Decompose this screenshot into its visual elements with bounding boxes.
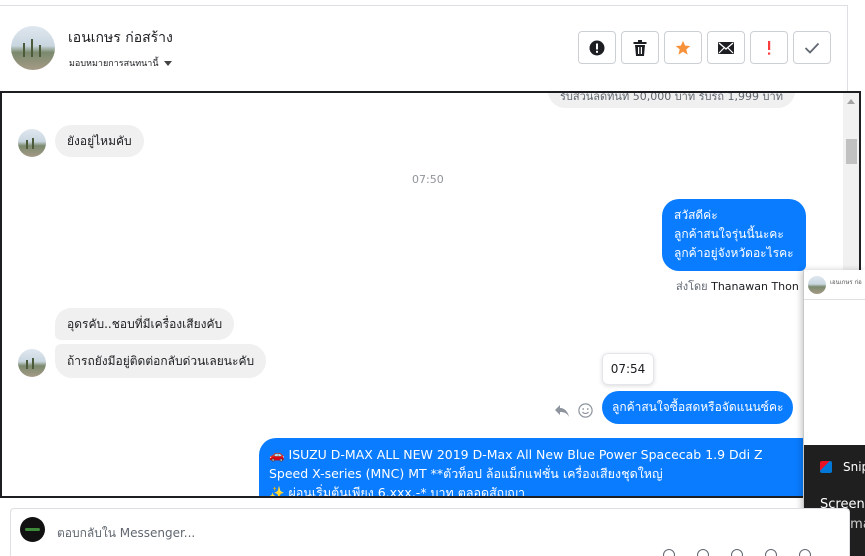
emoji-react-icon[interactable] <box>578 403 593 418</box>
delete-button[interactable] <box>621 31 659 64</box>
star-icon <box>675 40 691 55</box>
sent-by-label: ส่งโดย Thanawan Thon <box>676 277 799 295</box>
header-actions <box>578 31 831 64</box>
composer-tools <box>663 549 811 556</box>
tool-icon[interactable] <box>697 549 709 556</box>
mail-icon <box>718 41 734 54</box>
tool-icon[interactable] <box>799 549 811 556</box>
promo-line: ✨ ผ่อนเริ่มต้นเพียง 6,xxx.-* บาท ตลอดสัญ… <box>269 485 526 498</box>
promo-message-bubble: 🚗 ISUZU D-MAX ALL NEW 2019 D-Max All New… <box>259 438 819 498</box>
message-thread[interactable]: รับส่วนลดทันที 50,000 บาท รับรถ 1,999 บา… <box>0 91 861 498</box>
scroll-thumb[interactable] <box>846 139 857 164</box>
sent-by-prefix: ส่งโดย <box>676 280 708 293</box>
tool-icon[interactable] <box>765 549 777 556</box>
trash-icon <box>633 39 647 56</box>
overlay-header: เอนเกษร ก่อ <box>804 270 865 300</box>
conversation-header: เอนเกษร ก่อสร้าง มอบหมายการสนทนานี้ <box>0 0 865 92</box>
messenger-inbox-page: เอนเกษร ก่อสร้าง มอบหมายการสนทนานี้ รับส… <box>0 0 865 556</box>
tool-icon[interactable] <box>663 549 675 556</box>
overlay-contact-name: เอนเกษร ก่อ <box>830 279 862 286</box>
follow-up-button[interactable] <box>750 31 788 64</box>
message-bubble-incoming: อุดรคับ..ชอบที่มีเครื่องเสียงคับ <box>55 308 235 340</box>
spam-button[interactable] <box>578 31 616 64</box>
message-line: ลูกค้าสนใจรุ่นนี้นะคะ <box>674 227 784 241</box>
message-actions <box>554 403 593 418</box>
sent-by-name: Thanawan Thon <box>711 280 799 293</box>
assign-conversation-dropdown[interactable]: มอบหมายการสนทนานี้ <box>69 56 172 70</box>
thread-timestamp: 07:50 <box>412 173 444 186</box>
message-bubble-incoming: ยังอยู่ไหมคับ <box>55 125 144 157</box>
message-line: ลูกค้าอยู่จังหวัดอะไรคะ <box>674 246 794 260</box>
promo-line: 🚗 ISUZU D-MAX ALL NEW 2019 D-Max All New… <box>269 447 763 462</box>
snip-app-icon <box>820 461 832 473</box>
contact-avatar-small <box>18 349 46 377</box>
message-bubble-incoming: ถ้ารถยังมีอยู่ติดต่อกลับด่วนเลยนะคับ <box>55 344 267 378</box>
reply-composer[interactable]: ตอบกลับใน Messenger... <box>10 508 850 556</box>
promo-line: Speed X-series (MNC) MT **ตัวท็อป ล้อแม็… <box>269 466 663 481</box>
message-bubble-outgoing: สวัสดีค่ะ ลูกค้าสนใจรุ่นนี้นะคะ ลูกค้าอย… <box>662 199 806 271</box>
mark-done-button[interactable] <box>793 31 831 64</box>
header-divider-right <box>847 5 848 92</box>
scroll-up-arrow-icon[interactable] <box>847 99 855 104</box>
reply-icon[interactable] <box>554 404 570 418</box>
check-icon <box>804 42 820 54</box>
star-button[interactable] <box>664 31 702 64</box>
contact-avatar-small <box>18 129 46 157</box>
caret-down-icon <box>163 60 172 66</box>
tool-icon[interactable] <box>731 549 743 556</box>
mark-unread-button[interactable] <box>707 31 745 64</box>
overlay-avatar <box>808 276 826 294</box>
contact-avatar[interactable] <box>11 26 55 70</box>
message-line: สวัสดีค่ะ <box>674 208 718 222</box>
snip-title: Snip <box>843 460 865 474</box>
timestamp-tooltip: 07:54 <box>602 353 654 385</box>
header-divider <box>0 5 848 6</box>
reply-input[interactable]: ตอบกลับใน Messenger... <box>57 524 195 543</box>
message-bubble-outgoing: ลูกค้าสนใจซื้อสดหรือจัดแนนซ์คะ <box>602 391 794 424</box>
message-bubble-partial: รับส่วนลดทันที 50,000 บาท รับรถ 1,999 บา… <box>548 93 795 108</box>
contact-name[interactable]: เอนเกษร ก่อสร้าง <box>68 27 173 49</box>
page-avatar <box>20 517 45 542</box>
assign-label: มอบหมายการสนทนานี้ <box>69 59 159 69</box>
alert-circle-icon <box>589 40 605 55</box>
exclamation-icon <box>768 40 771 55</box>
